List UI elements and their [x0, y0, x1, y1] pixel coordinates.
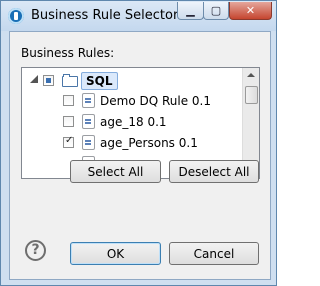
rule-icon — [82, 135, 95, 150]
scroll-up-icon[interactable] — [247, 73, 255, 77]
window-title: Business Rule Selector — [31, 8, 179, 23]
deselect-all-button[interactable]: Deselect All — [169, 160, 259, 183]
business-rules-label: Business Rules: — [21, 46, 115, 60]
tree-item-row[interactable]: age_18 0.1 — [22, 112, 242, 132]
rule-icon — [82, 114, 95, 129]
tree-item-row[interactable]: age_Persons 0.1 — [22, 133, 242, 153]
rule-checkbox[interactable] — [63, 95, 74, 106]
root-checkbox[interactable] — [43, 75, 54, 86]
rule-checkbox[interactable] — [63, 116, 74, 127]
tree-item-row[interactable]: Demo DQ Rule 0.1 — [22, 91, 242, 111]
rule-label[interactable]: age_Persons 0.1 — [100, 135, 198, 151]
scroll-thumb[interactable] — [245, 86, 258, 104]
dialog-window: Business Rule Selector ▁ ▢ ✕ Business Ru… — [0, 0, 277, 286]
dialog-content: Business Rules: SQL Demo DQ Rule 0.1 age… — [9, 31, 271, 280]
folder-icon — [62, 74, 78, 87]
tree-root-label[interactable]: SQL — [81, 72, 118, 90]
rule-label[interactable]: age_18 0.1 — [100, 114, 167, 130]
tree-root-row[interactable]: SQL — [22, 71, 242, 91]
help-icon[interactable]: ? — [25, 240, 46, 261]
rule-label[interactable]: Demo DQ Rule 0.1 — [100, 93, 211, 109]
app-icon — [8, 8, 24, 24]
ok-button[interactable]: OK — [70, 242, 161, 265]
close-button[interactable]: ✕ — [229, 2, 272, 20]
title-bar[interactable]: Business Rule Selector ▁ ▢ ✕ — [1, 1, 276, 31]
select-all-button[interactable]: Select All — [70, 160, 161, 183]
cancel-button[interactable]: Cancel — [169, 242, 259, 265]
collapse-arrow-icon[interactable] — [30, 75, 38, 83]
minimize-button[interactable]: ▁ — [177, 2, 204, 20]
maximize-button[interactable]: ▢ — [203, 2, 229, 20]
rule-checkbox-checked[interactable] — [63, 135, 74, 148]
rule-icon — [82, 93, 95, 108]
